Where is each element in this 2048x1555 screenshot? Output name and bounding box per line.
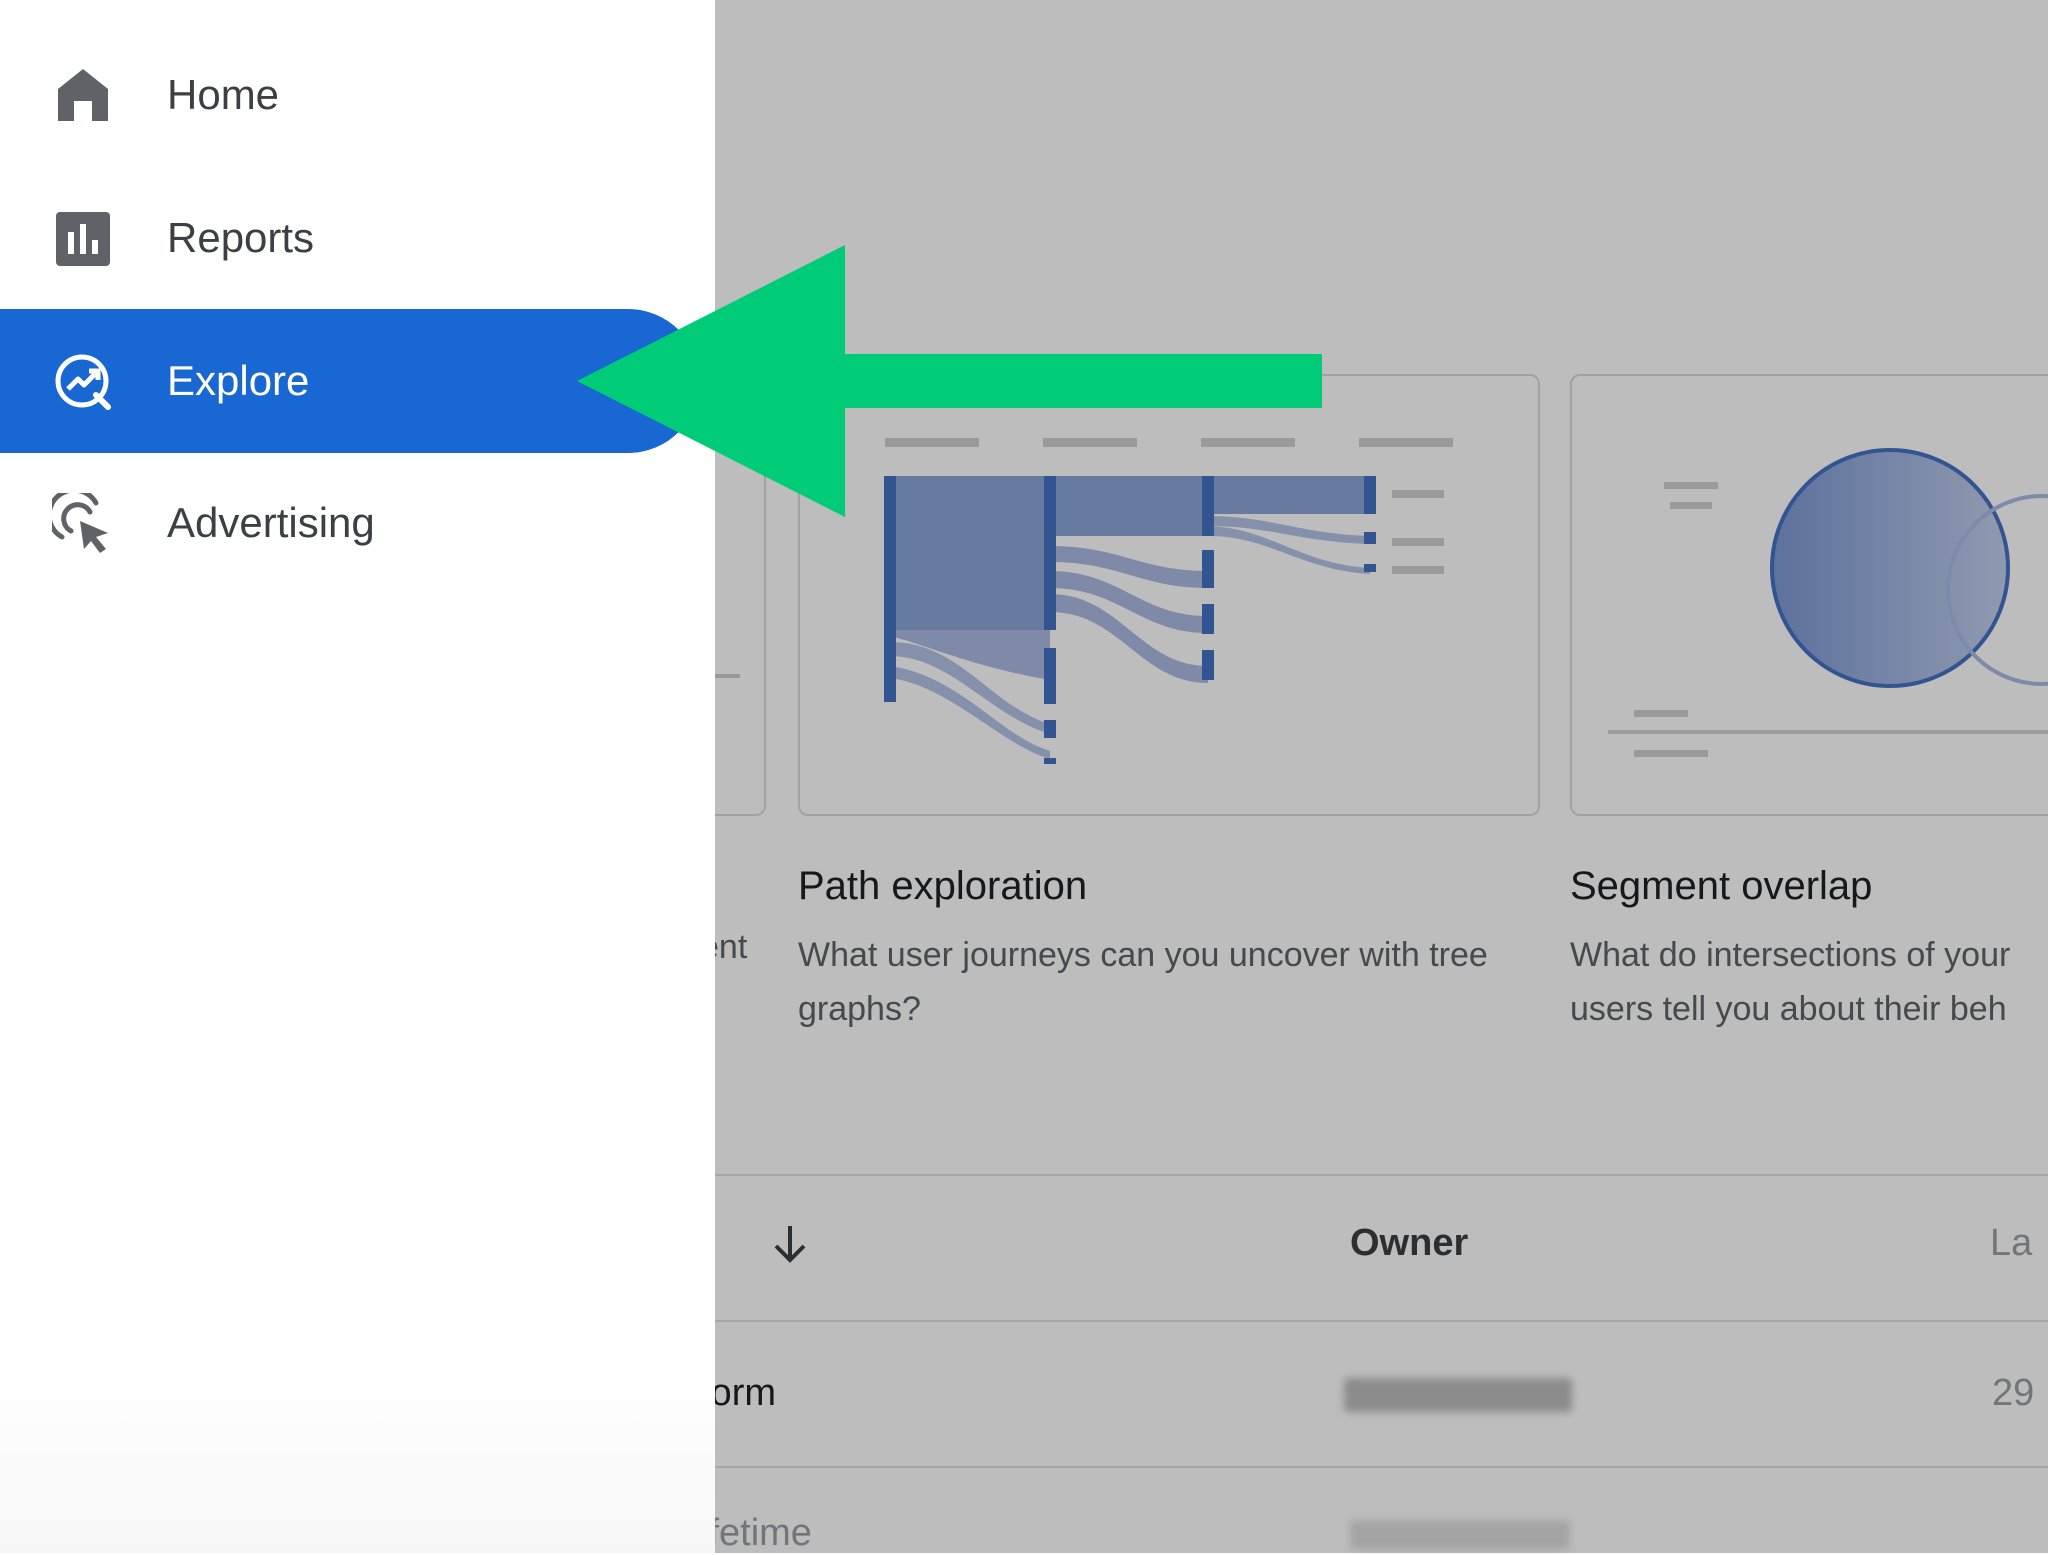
- nav-item-label: Reports: [167, 214, 315, 261]
- nav-item-label: Advertising: [167, 499, 375, 546]
- side-navigation: Home Reports Explore Advertising: [0, 0, 715, 1553]
- home-icon: [58, 69, 108, 121]
- advertising-target-icon: [52, 493, 108, 553]
- nav-item-advertising[interactable]: Advertising: [0, 451, 700, 595]
- bar-chart-icon: [56, 212, 110, 266]
- nav-item-label: Explore: [167, 357, 310, 404]
- explore-icon: [55, 354, 111, 410]
- nav-item-home[interactable]: Home: [0, 23, 700, 167]
- nav-item-reports[interactable]: Reports: [0, 166, 700, 310]
- nav-item-explore[interactable]: Explore: [0, 309, 700, 453]
- nav-item-label: Home: [167, 71, 280, 118]
